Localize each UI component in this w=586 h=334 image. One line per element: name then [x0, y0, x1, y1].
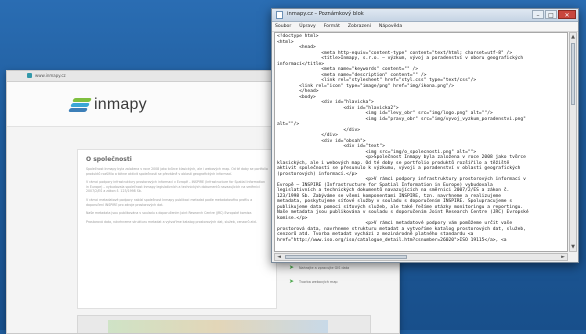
horizontal-scroll-thumb[interactable] [285, 255, 407, 259]
article-paragraph: Prostorová data, návrhneme strukturu met… [86, 219, 257, 224]
menu-soubor[interactable]: Soubor [275, 22, 291, 31]
horizontal-scrollbar[interactable]: ◄ ► [274, 253, 568, 261]
html-source-text[interactable]: <!doctype html> <html> <head> <meta http… [275, 33, 567, 244]
scroll-right-icon[interactable]: ► [559, 254, 567, 261]
arrow-icon: ➤ [289, 278, 295, 285]
notepad-text-area[interactable]: <!doctype html> <html> <head> <meta http… [274, 32, 568, 252]
close-button[interactable]: ✕ [558, 10, 576, 19]
sidebar-item-gis-data[interactable]: ➤ Nahrajte a zpracujte GIS data [289, 261, 379, 275]
site-footer-map [77, 315, 371, 333]
favicon-icon [27, 73, 32, 78]
article-paragraph: Naše metadata jsou publikována v souladu… [86, 211, 253, 216]
article-paragraph: V rámci metadatové podpory nabízí společ… [86, 197, 253, 207]
notepad-title: inmapy.cz – Poznámkový blok [287, 11, 364, 17]
article-paragraph: Společnost Inmapy byla založena v roce 2… [86, 167, 268, 176]
inmapy-logo-icon [68, 98, 92, 112]
notepad-icon [276, 11, 283, 19]
sidebar-links: ➤ Nahrajte a zpracujte GIS data ➤ Tvorba… [289, 261, 379, 289]
menu-napoveda[interactable]: Nápověda [379, 22, 402, 31]
notepad-window[interactable]: inmapy.cz – Poznámkový blok – □ ✕ Soubor… [271, 8, 579, 263]
scroll-down-icon[interactable]: ▼ [570, 243, 576, 251]
menu-zobrazeni[interactable]: Zobrazení [348, 22, 371, 31]
notepad-menubar: Soubor Úpravy Formát Zobrazení Nápověda [272, 22, 578, 32]
article-title: O společnosti [86, 156, 132, 163]
minimize-button[interactable]: – [532, 10, 544, 19]
arrow-icon: ➤ [289, 264, 295, 271]
article-panel: O společnosti Společnost Inmapy byla zal… [77, 149, 277, 309]
notepad-titlebar[interactable]: inmapy.cz – Poznámkový blok – □ ✕ [272, 9, 578, 22]
vertical-scrollbar[interactable]: ▲ ▼ [569, 32, 577, 252]
menu-format[interactable]: Formát [324, 22, 340, 31]
site-logo[interactable]: inmapy [68, 96, 147, 114]
vertical-scroll-thumb[interactable] [571, 43, 575, 105]
scroll-left-icon[interactable]: ◄ [275, 254, 283, 261]
window-controls: – □ ✕ [531, 10, 576, 19]
maximize-button[interactable]: □ [545, 10, 557, 19]
map-thumbnail [108, 320, 328, 333]
logo-text: inmapy [94, 96, 147, 113]
browser-url[interactable]: www.inmapy.cz [35, 73, 66, 78]
sidebar-item-web-maps[interactable]: ➤ Tvorba webových map [289, 275, 379, 289]
menu-upravy[interactable]: Úpravy [299, 22, 315, 31]
article-paragraph: V rámci podpory infrastruktury prostorov… [86, 180, 265, 194]
scroll-up-icon[interactable]: ▲ [570, 33, 576, 41]
